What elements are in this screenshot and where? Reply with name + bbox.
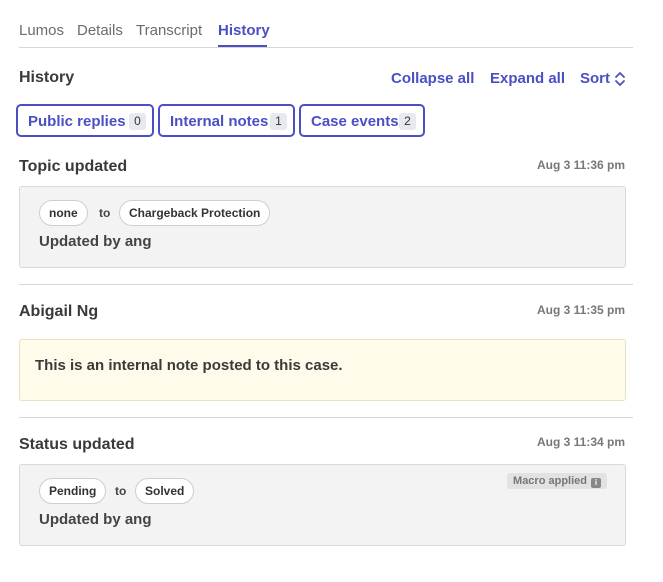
to-label: to [99,206,111,220]
tab-bar: Lumos Details Transcript History [19,0,633,48]
sort-button[interactable]: Sort [580,70,610,87]
filter-public-replies[interactable]: Public replies 0 [16,104,154,137]
to-value-pill: Chargeback Protection [119,200,271,226]
filter-label: Public replies [28,113,126,130]
from-value-pill: none [39,200,88,226]
filter-count: 0 [129,113,146,130]
tab-history[interactable]: History [218,22,270,39]
event-title: Status updated [19,436,135,453]
macro-applied-badge: Macro applied i [507,473,607,489]
from-value-pill: Pending [39,478,107,504]
updated-by-text: Updated by ang [39,511,152,528]
history-heading: History [19,69,75,86]
event-card: Macro applied i Pending to Solved Updated… [19,464,626,546]
expand-all-button[interactable]: Expand all [490,70,565,87]
info-icon: i [591,478,601,488]
event-timestamp: Aug 3 11:34 pm [536,435,625,449]
tab-transcript[interactable]: Transcript [136,22,202,39]
tab-lumos[interactable]: Lumos [19,22,64,39]
active-tab-indicator [218,45,267,47]
event-title: Topic updated [19,158,128,175]
filter-label: Internal notes [170,113,269,130]
internal-note-card: This is an internal note posted to this … [19,339,626,401]
event-timestamp: Aug 3 11:36 pm [536,158,625,172]
updated-by-text: Updated by ang [39,233,152,250]
filter-count: 1 [270,113,287,130]
event-title: Abigail Ng [19,303,99,320]
tab-details[interactable]: Details [77,22,123,39]
divider [19,417,633,418]
chevron-up-down-icon[interactable] [614,70,626,88]
to-value-pill: Solved [135,478,195,504]
filter-internal-notes[interactable]: Internal notes 1 [158,104,295,137]
macro-applied-label: Macro applied [513,475,587,487]
filter-count: 2 [399,113,416,130]
note-text: This is an internal note posted to this … [35,357,343,374]
divider [19,284,633,285]
event-timestamp: Aug 3 11:35 pm [536,303,625,317]
filter-label: Case events [311,113,399,130]
event-card: none to Chargeback Protection Updated by… [19,186,626,268]
filter-case-events[interactable]: Case events 2 [299,104,425,137]
to-label: to [115,484,127,498]
collapse-all-button[interactable]: Collapse all [391,70,474,87]
